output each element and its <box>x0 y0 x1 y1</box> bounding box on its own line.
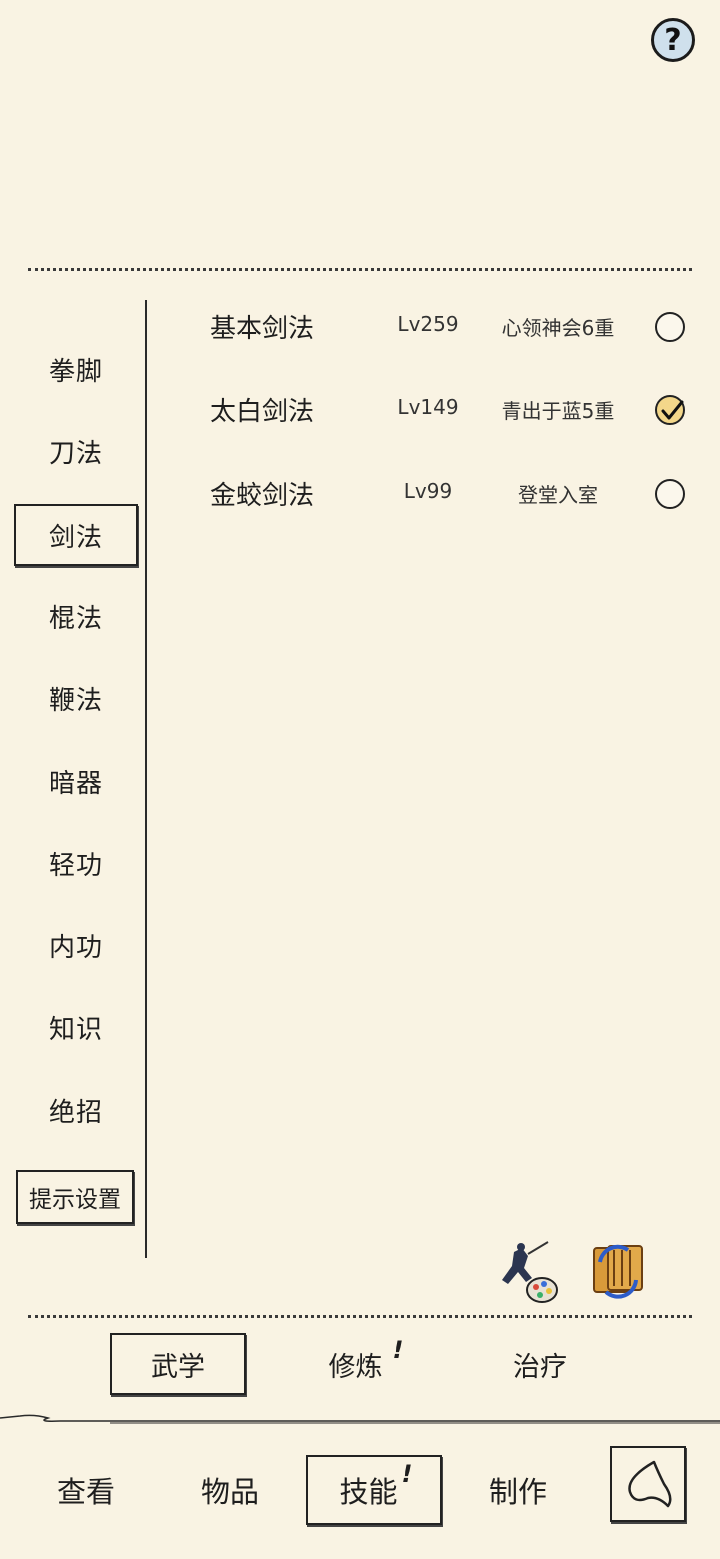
nav-tab-label: 技能 <box>339 1475 398 1509</box>
skill-select-radio[interactable] <box>655 395 685 425</box>
skill-select-radio[interactable] <box>655 479 685 509</box>
nav-tab-label: 物品 <box>200 1475 259 1509</box>
skill-level: Lv149 <box>397 395 459 419</box>
sidebar-item-hidden-weapon[interactable]: 暗器 <box>14 750 138 812</box>
skill-name: 金蛟剑法 <box>210 481 315 511</box>
skill-level: Lv99 <box>403 479 453 503</box>
back-arrow-icon <box>628 1460 672 1508</box>
alert-icon: ! <box>401 1460 413 1488</box>
sidebar-item-label: 拳脚 <box>48 356 103 387</box>
help-button[interactable]: ? <box>651 18 695 62</box>
sidebar-item-label: 轻功 <box>48 850 103 881</box>
alert-icon: ! <box>392 1336 404 1364</box>
skill-rank: 青出于蓝5重 <box>501 399 615 423</box>
skill-rank: 登堂入室 <box>518 483 598 507</box>
sidebar-item-label: 剑法 <box>48 522 103 553</box>
brush-divider <box>0 1414 720 1424</box>
sidebar-item-lightness[interactable]: 轻功 <box>14 832 138 894</box>
sidebar-item-label: 鞭法 <box>48 685 103 716</box>
sidebar-divider <box>145 300 147 1258</box>
nav-tab-view[interactable]: 查看 <box>18 1455 154 1525</box>
nav-tab-skills[interactable]: 技能 ! <box>306 1455 442 1525</box>
sidebar-item-label: 内功 <box>48 932 103 963</box>
sidebar-item-ultimate[interactable]: 绝招 <box>14 1079 138 1141</box>
sidebar-item-label: 暗器 <box>48 768 103 799</box>
skill-name: 太白剑法 <box>210 397 315 427</box>
sidebar-item-whip[interactable]: 鞭法 <box>14 667 138 729</box>
skill-select-radio[interactable] <box>655 312 685 342</box>
tip-settings-button[interactable]: 提示设置 <box>16 1170 134 1224</box>
nav-tab-label: 查看 <box>56 1475 115 1509</box>
sidebar-item-knowledge[interactable]: 知识 <box>14 996 138 1058</box>
skill-level: Lv259 <box>397 312 459 336</box>
sidebar-item-label: 刀法 <box>48 438 103 469</box>
skill-row[interactable]: 金蛟剑法 Lv99 登堂入室 <box>160 465 720 525</box>
nav-tab-label: 制作 <box>488 1475 547 1509</box>
skill-row[interactable]: 基本剑法 Lv259 心领神会6重 <box>160 298 720 358</box>
top-divider <box>28 268 692 271</box>
sidebar-item-fist[interactable]: 拳脚 <box>14 338 138 400</box>
nav-tab-crafting[interactable]: 制作 <box>450 1455 586 1525</box>
sidebar-item-label: 棍法 <box>48 603 103 634</box>
skill-name: 基本剑法 <box>210 314 315 344</box>
skill-row[interactable]: 太白剑法 Lv149 青出于蓝5重 <box>160 381 720 441</box>
sidebar-item-sword[interactable]: 剑法 <box>14 504 138 566</box>
lower-divider <box>28 1315 692 1318</box>
question-mark-icon: ? <box>664 22 682 58</box>
checkmark-icon <box>661 400 684 420</box>
skill-rank: 心领神会6重 <box>501 316 615 340</box>
swordsman-palette-icon[interactable] <box>494 1238 562 1306</box>
tip-settings-label: 提示设置 <box>29 1187 121 1213</box>
sidebar-item-inner-force[interactable]: 内功 <box>14 914 138 976</box>
back-button[interactable] <box>610 1446 686 1522</box>
subtab-label: 修炼 <box>328 1351 383 1383</box>
subtab-healing[interactable]: 治疗 <box>472 1333 608 1395</box>
subtab-label: 武学 <box>151 1351 205 1383</box>
sidebar-item-label: 绝招 <box>48 1097 103 1128</box>
subtab-training[interactable]: 修炼 ! <box>293 1333 429 1395</box>
sidebar-item-label: 知识 <box>48 1014 103 1045</box>
subtab-martial-arts[interactable]: 武学 <box>110 1333 246 1395</box>
book-swap-icon[interactable] <box>584 1236 652 1304</box>
sidebar-item-staff[interactable]: 棍法 <box>14 585 138 647</box>
nav-tab-items[interactable]: 物品 <box>162 1455 298 1525</box>
sidebar-item-blade[interactable]: 刀法 <box>14 420 138 482</box>
subtab-label: 治疗 <box>513 1351 567 1383</box>
